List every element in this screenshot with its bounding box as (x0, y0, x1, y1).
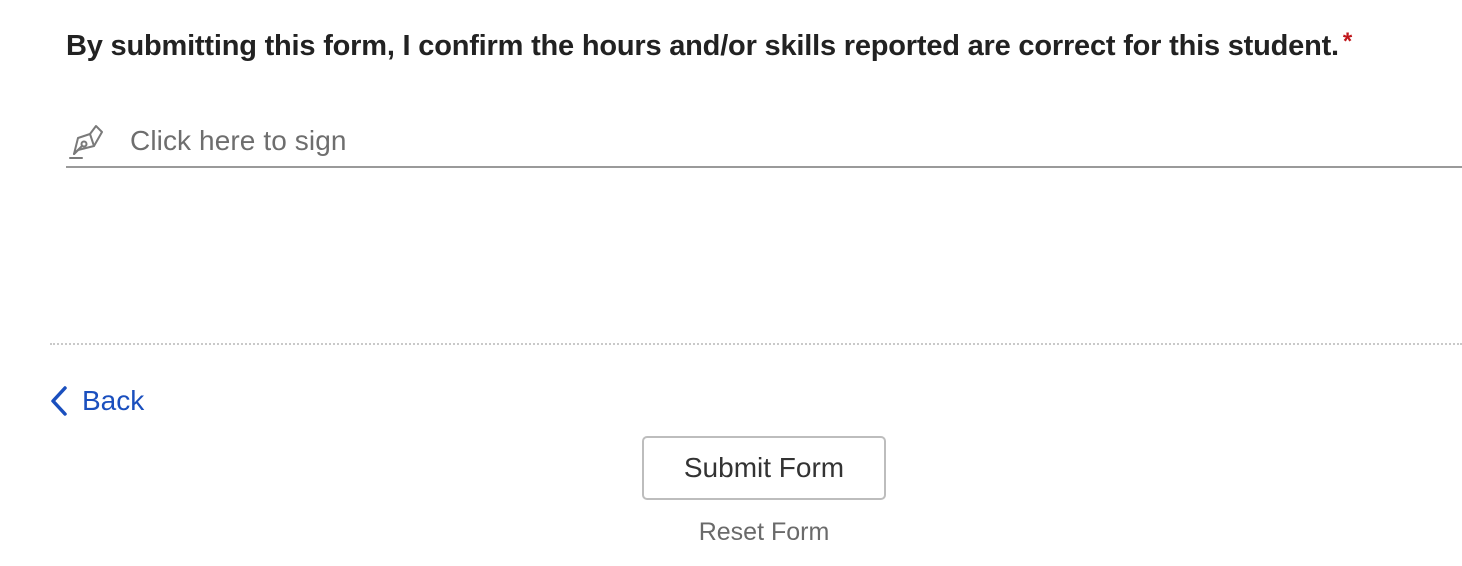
back-label: Back (82, 385, 145, 416)
required-marker: * (1342, 28, 1353, 55)
pen-nib-icon (68, 122, 106, 160)
signature-field[interactable]: Click here to sign (66, 116, 1462, 168)
signature-question: By submitting this form, I confirm the h… (66, 28, 1353, 63)
signature-label: Click here to sign (130, 125, 347, 156)
form-footer: By submitting this form, I confirm the h… (0, 0, 1462, 566)
submit-form-button[interactable]: Submit Form (642, 436, 886, 500)
section-divider (50, 343, 1462, 345)
reset-form-link[interactable]: Reset Form (642, 518, 886, 547)
question-text: By submitting this form, I confirm the h… (66, 30, 1339, 62)
chevron-left-icon (48, 384, 70, 418)
back-link[interactable]: Back (48, 384, 144, 418)
